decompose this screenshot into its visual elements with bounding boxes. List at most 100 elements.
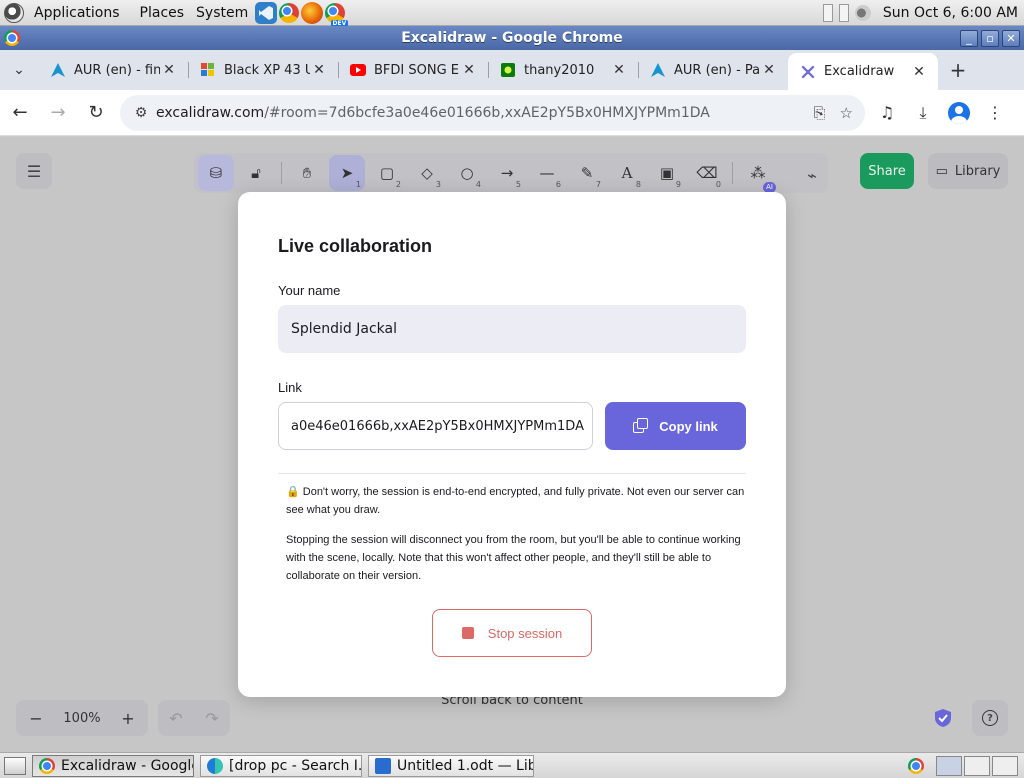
collab-tool[interactable]: ⛁ — [198, 155, 234, 191]
new-tab-button[interactable]: + — [938, 53, 978, 87]
close-tab-icon[interactable]: ✕ — [910, 64, 928, 80]
url-host: excalidraw.com — [156, 104, 265, 121]
close-tab-icon[interactable]: ✕ — [460, 62, 478, 78]
copy-link-button[interactable]: Copy link — [605, 402, 746, 450]
firefox-launcher-icon[interactable] — [301, 1, 324, 24]
selection-tool[interactable]: ➤ 1 — [329, 155, 365, 191]
plus-icon: + — [949, 58, 967, 82]
tab-bfdi-song[interactable]: BFDI SONG E ✕ — [338, 53, 488, 87]
profile-button[interactable] — [941, 95, 977, 131]
diamond-tool[interactable]: ◇ 3 — [409, 155, 445, 191]
zoom-in-button[interactable]: + — [116, 709, 140, 728]
vscode-launcher-icon[interactable] — [255, 1, 278, 24]
rectangle-tool[interactable]: ▢ 2 — [369, 155, 405, 191]
avatar-icon — [948, 101, 970, 124]
library-button[interactable]: ▭ Library — [928, 153, 1008, 189]
tab-thany2010[interactable]: thany2010 ✕ — [488, 53, 638, 87]
draw-tool[interactable]: ✎ 7 — [569, 155, 605, 191]
name-input[interactable]: Splendid Jackal — [278, 305, 746, 353]
help-button[interactable]: ? — [972, 700, 1008, 736]
site-info-icon[interactable]: ⚙ — [126, 105, 156, 121]
taskbar-item-label: Untitled 1.odt — Lib... — [397, 757, 533, 774]
downloads-icon[interactable]: ⤓ — [905, 95, 941, 131]
install-app-icon[interactable]: ⎘ — [814, 104, 826, 122]
chrome-menu-icon[interactable]: ⋮ — [977, 95, 1013, 131]
diamond-icon: ◇ — [421, 164, 433, 182]
forward-button[interactable]: → — [40, 95, 76, 131]
maximize-button[interactable]: ▫ — [981, 29, 999, 47]
name-label: Your name — [278, 283, 341, 298]
close-tab-icon[interactable]: ✕ — [310, 62, 328, 78]
divider — [278, 473, 746, 474]
book-icon: ▭ — [935, 163, 948, 179]
taskbar-item-writer[interactable]: Untitled 1.odt — Lib... — [368, 754, 534, 777]
back-button[interactable]: ← — [2, 95, 38, 131]
arrow-tool[interactable]: → 5 — [489, 155, 525, 191]
speaker-icon[interactable] — [854, 4, 871, 21]
reload-button[interactable]: ↻ — [78, 95, 114, 131]
lock-tool[interactable]: 🔓︎ — [238, 155, 274, 191]
hand-tool[interactable]: ✋︎ — [289, 155, 325, 191]
extra-tools-button[interactable]: ⁂ AI — [740, 155, 776, 193]
bookmark-star-icon[interactable]: ☆ — [840, 104, 853, 122]
places-menu[interactable]: Places — [134, 0, 191, 26]
excalidraw-canvas[interactable]: ☰ ⛁ 🔓︎ ✋︎ ➤ 1 ▢ 2 ◇ 3 ○ 4 → 5 —6 ✎ 7 A8 ▣ 9 ⌫ 0 … — [0, 137, 1024, 752]
minimize-button[interactable]: _ — [960, 29, 978, 47]
ellipse-icon: ○ — [460, 164, 474, 182]
workspace-3[interactable] — [992, 755, 1018, 776]
tab-title: Black XP 43 U — [224, 62, 310, 78]
image-tool[interactable]: ▣ 9 — [649, 155, 685, 191]
workspace-2[interactable] — [964, 755, 990, 776]
tab-excalidraw[interactable]: Excalidraw ✕ — [788, 53, 938, 90]
chrome-dev-launcher-icon[interactable]: DEV — [324, 2, 349, 27]
tab-strip: ⌄ AUR (en) - find ✕ Black XP 43 U ✕ BFDI… — [0, 50, 1024, 90]
eraser-tool[interactable]: ⌫ 0 — [689, 155, 725, 191]
shortcut-key: 8 — [635, 180, 641, 189]
chrome-tray-icon[interactable] — [908, 757, 924, 774]
taskbar-item-excalidraw[interactable]: Excalidraw - Google... — [32, 754, 194, 777]
copy-link-label: Copy link — [659, 418, 718, 434]
main-menu-button[interactable]: ☰ — [16, 153, 52, 189]
ellipse-tool[interactable]: ○ 4 — [449, 155, 485, 191]
close-tab-icon[interactable]: ✕ — [760, 62, 778, 78]
close-tab-icon[interactable]: ✕ — [610, 62, 628, 78]
address-bar[interactable]: ⚙ excalidraw.com/#room=7d6bcfe3a0e46e016… — [120, 94, 865, 131]
thany-icon — [500, 62, 516, 78]
redo-icon[interactable]: ↷ — [205, 709, 218, 728]
taskbar-item-label: Excalidraw - Google... — [61, 757, 193, 774]
rectangle-icon: ▢ — [379, 164, 395, 182]
taskbar-item-search[interactable]: [drop pc - Search I... — [200, 754, 362, 777]
zoom-out-button[interactable]: − — [24, 709, 48, 728]
shield-icon[interactable] — [930, 705, 956, 731]
tab-title: BFDI SONG E — [374, 62, 460, 78]
stop-session-button[interactable]: Stop session — [432, 609, 592, 657]
system-menu[interactable]: System — [190, 0, 254, 26]
tray-box-icon[interactable] — [822, 3, 833, 22]
shapes-icon: ⁂ — [750, 164, 766, 182]
applications-menu[interactable]: Applications — [0, 0, 134, 26]
window-title-bar[interactable]: Excalidraw - Google Chrome _ ▫ ✕ — [0, 26, 1024, 50]
text-tool[interactable]: A8 — [609, 155, 645, 191]
laser-pointer-button[interactable]: ⌁ — [794, 157, 830, 193]
tab-search-button[interactable]: ⌄ — [0, 50, 38, 90]
tab-aur-find[interactable]: AUR (en) - find ✕ — [38, 53, 188, 87]
tray-box-icon[interactable] — [838, 3, 849, 22]
share-button[interactable]: Share — [860, 153, 914, 189]
line-tool[interactable]: —6 — [529, 155, 565, 191]
zoom-level[interactable]: 100% — [63, 711, 100, 726]
media-controls-icon[interactable]: ♫ — [869, 95, 905, 131]
tab-title: AUR (en) - Pa — [674, 62, 760, 78]
close-window-button[interactable]: ✕ — [1002, 29, 1020, 47]
tab-aur-pa[interactable]: AUR (en) - Pa ✕ — [638, 53, 788, 87]
undo-icon[interactable]: ↶ — [169, 709, 182, 728]
tab-black-xp[interactable]: Black XP 43 U ✕ — [188, 53, 338, 87]
clock[interactable]: Sun Oct 6, 6:00 AM — [877, 5, 1018, 21]
live-collaboration-dialog: Live collaboration Your name Splendid Ja… — [238, 192, 786, 697]
workspace-1[interactable] — [936, 755, 962, 776]
link-input[interactable]: a0e46e01666b,xxAE2pY5Bx0HMXJYPMm1DA — [278, 402, 593, 450]
shortcut-key: 6 — [555, 180, 561, 189]
close-tab-icon[interactable]: ✕ — [160, 62, 178, 78]
show-desktop-button[interactable] — [4, 756, 26, 775]
line-icon: — — [539, 164, 555, 182]
chrome-launcher-icon[interactable] — [278, 2, 300, 24]
